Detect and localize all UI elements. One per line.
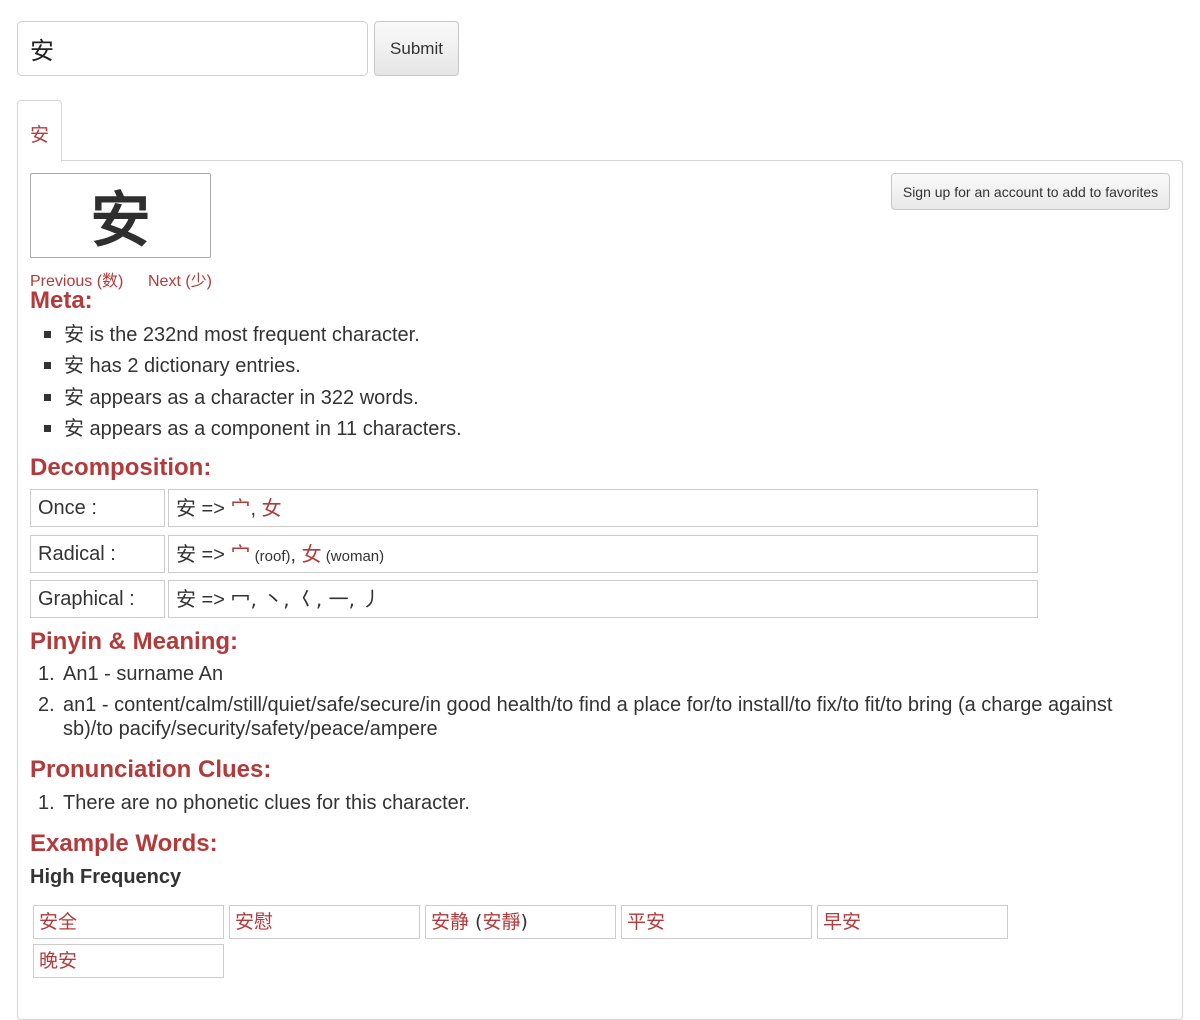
submit-button[interactable]: Submit — [374, 21, 459, 76]
paren-open: ( — [469, 911, 483, 933]
decomp-separator: , — [250, 498, 262, 520]
pinyin-meaning-list: 1. An1 - surname An 2. an1 - content/calm/… — [30, 662, 1160, 748]
example-words-heading: Example Words: — [30, 830, 218, 857]
decomposition-label: Graphical : — [30, 580, 165, 618]
meta-char: 安 — [64, 322, 84, 346]
radical-link[interactable]: 女 — [302, 542, 322, 566]
meta-list: 安 is the 232nd most frequent character. … — [40, 320, 462, 445]
component-link[interactable]: 女 — [262, 496, 282, 520]
word-cell: 早安 — [817, 905, 1008, 939]
word-link[interactable]: 安全 — [39, 911, 77, 933]
meta-text: is the 232nd most frequent character. — [84, 324, 420, 346]
decomposition-heading: Decomposition: — [30, 454, 212, 481]
word-link[interactable]: 晚安 — [39, 950, 77, 972]
list-item: 安 is the 232nd most frequent character. — [40, 320, 462, 351]
traditional-word-link[interactable]: 安靜 — [482, 911, 520, 933]
tab-character[interactable]: 安 — [17, 100, 62, 162]
decomp-separator: , — [290, 544, 302, 566]
word-cell: 安全 — [33, 905, 224, 939]
item-number: 1. — [38, 792, 55, 814]
decomposition-value: 安 => 宀, 女 — [168, 489, 1038, 527]
list-item: 安 appears as a component in 11 character… — [40, 414, 462, 445]
word-cell: 安慰 — [229, 905, 420, 939]
decomp-arrow: => — [196, 498, 231, 520]
word-cell: 晚安 — [33, 944, 224, 978]
meta-char: 安 — [64, 353, 84, 378]
list-item: 安 has 2 dictionary entries. — [40, 351, 462, 382]
component-link[interactable]: 宀 — [230, 496, 250, 520]
decomposition-value: 安 => 宀 (roof), 女 (woman) — [168, 535, 1038, 573]
definition-text: An1 - surname An — [63, 663, 224, 685]
word-link[interactable]: 平安 — [627, 911, 665, 933]
list-item: 安 appears as a character in 322 words. — [40, 383, 462, 414]
stroke-list: 冖, 丶, 𡿨, 一, 丿 — [230, 587, 382, 611]
meta-text: appears as a component in 11 characters. — [84, 417, 462, 440]
radical-link[interactable]: 宀 — [230, 542, 250, 566]
high-frequency-subheading: High Frequency — [30, 866, 182, 888]
definition-text: an1 - content/calm/still/quiet/safe/secu… — [63, 694, 1113, 740]
list-item: 2. an1 - content/calm/still/quiet/safe/se… — [30, 693, 1160, 741]
decomp-source-char: 安 — [176, 496, 196, 520]
word-link[interactable]: 安慰 — [235, 911, 273, 933]
next-character-link[interactable]: Next (少) — [148, 267, 212, 291]
add-to-favorites-button[interactable]: Sign up for an account to add to favorit… — [891, 173, 1170, 210]
word-cell: 平安 — [621, 905, 812, 939]
item-number: 1. — [38, 663, 55, 685]
decomposition-label: Radical : — [30, 535, 165, 573]
decomp-arrow: => — [196, 544, 231, 566]
tab-label: 安 — [29, 124, 49, 146]
meta-char: 安 — [64, 415, 84, 440]
word-cell: 安静 (安靜) — [425, 905, 616, 939]
decomp-source-char: 安 — [176, 542, 196, 566]
decomp-source-char: 安 — [176, 587, 196, 611]
decomp-arrow: => — [196, 589, 231, 611]
meta-char: 安 — [64, 384, 84, 409]
meta-text: appears as a character in 322 words. — [84, 386, 419, 409]
pronunciation-clues-heading: Pronunciation Clues: — [30, 756, 272, 783]
list-item: 1. There are no phonetic clues for this c… — [30, 791, 1160, 815]
item-number: 2. — [38, 694, 55, 716]
pronunciation-clues-list: 1. There are no phonetic clues for this c… — [30, 791, 1160, 822]
paren-close: ) — [520, 911, 528, 933]
radical-note: (roof) — [250, 548, 291, 565]
decomposition-value: 安 => 冖, 丶, 𡿨, 一, 丿 — [168, 580, 1038, 618]
list-item: 1. An1 - surname An — [30, 662, 1160, 686]
meta-text: has 2 dictionary entries. — [84, 355, 301, 378]
decomposition-label: Once : — [30, 489, 165, 527]
search-input[interactable] — [17, 21, 368, 76]
pinyin-meaning-heading: Pinyin & Meaning: — [30, 628, 239, 655]
radical-note: (woman) — [321, 548, 385, 565]
word-link[interactable]: 安静 — [431, 911, 469, 933]
character-display: 安 — [30, 173, 211, 258]
clue-text: There are no phonetic clues for this cha… — [63, 792, 470, 814]
meta-heading: Meta: — [30, 287, 93, 314]
word-link[interactable]: 早安 — [823, 911, 861, 933]
